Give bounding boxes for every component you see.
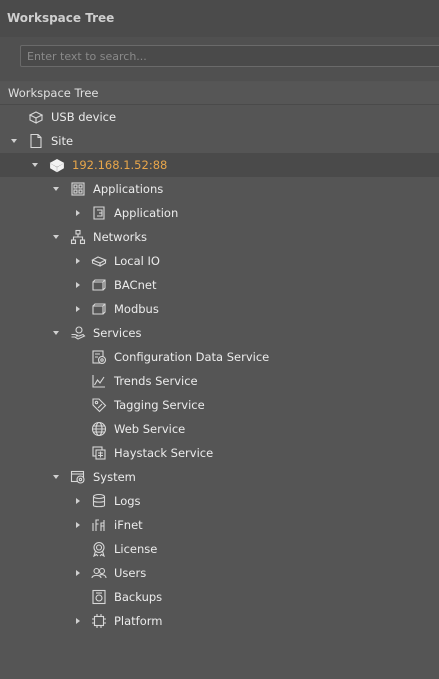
tree-item-usb-device[interactable]: USB device	[0, 105, 439, 129]
ifnet-icon	[91, 517, 107, 533]
tree-item-applications[interactable]: Applications	[0, 177, 439, 201]
tree-item-web-service[interactable]: Web Service	[0, 417, 439, 441]
database-icon	[91, 493, 107, 509]
modbus-icon	[91, 301, 107, 317]
search-input[interactable]	[20, 45, 439, 67]
expand-arrow-icon[interactable]	[53, 331, 59, 335]
tree-item-label: Applications	[93, 182, 164, 196]
controller-device-icon	[49, 157, 65, 173]
tree-item-label: Trends Service	[114, 374, 198, 388]
backup-icon	[91, 589, 107, 605]
tree-item-label: BACnet	[114, 278, 157, 292]
panel-title: Workspace Tree	[7, 11, 115, 25]
web-globe-icon	[91, 421, 107, 437]
expand-arrow-icon[interactable]	[53, 475, 59, 479]
tree-item-label: Web Service	[114, 422, 186, 436]
search-bar	[0, 37, 439, 81]
tree-item-trends-service[interactable]: Trends Service	[0, 369, 439, 393]
tree-item-label: Modbus	[114, 302, 159, 316]
tree-item-label: Services	[93, 326, 142, 340]
tree-item-label: 192.168.1.52:88	[72, 158, 168, 172]
users-icon	[91, 565, 107, 581]
tree-item-services[interactable]: Services	[0, 321, 439, 345]
tree-item-application[interactable]: Application	[0, 201, 439, 225]
tree-item-tagging-service[interactable]: Tagging Service	[0, 393, 439, 417]
tree-item-label: License	[114, 542, 158, 556]
collapse-arrow-icon[interactable]	[76, 498, 80, 504]
tree-item-users[interactable]: Users	[0, 561, 439, 585]
license-badge-icon	[91, 541, 107, 557]
tree-item-label: USB device	[51, 110, 117, 124]
platform-chip-icon	[91, 613, 107, 629]
collapse-arrow-icon[interactable]	[76, 258, 80, 264]
tree-item-local-io[interactable]: Local IO	[0, 249, 439, 273]
tree-item-site[interactable]: Site	[0, 129, 439, 153]
tree-item-label: Application	[114, 206, 179, 220]
tree-item-label: Site	[51, 134, 74, 148]
expand-arrow-icon[interactable]	[32, 163, 38, 167]
network-icon	[70, 229, 86, 245]
applications-grid-icon	[70, 181, 86, 197]
tree-item-label: System	[93, 470, 136, 484]
collapse-arrow-icon[interactable]	[76, 618, 80, 624]
tree-item-platform[interactable]: Platform	[0, 609, 439, 633]
collapse-arrow-icon[interactable]	[76, 570, 80, 576]
trends-chart-icon	[91, 373, 107, 389]
expand-arrow-icon[interactable]	[53, 187, 59, 191]
tree-header-label: Workspace Tree	[8, 86, 99, 100]
tree-item-label: Users	[114, 566, 147, 580]
collapse-arrow-icon[interactable]	[76, 210, 80, 216]
tree-item-configuration-data-service[interactable]: Configuration Data Service	[0, 345, 439, 369]
expand-arrow-icon[interactable]	[53, 235, 59, 239]
haystack-icon	[91, 445, 107, 461]
tree-item-networks[interactable]: Networks	[0, 225, 439, 249]
tree-item-label: iFnet	[114, 518, 143, 532]
tree-item-label: Logs	[114, 494, 141, 508]
tree-item-device[interactable]: 192.168.1.52:88	[0, 153, 439, 177]
tree-item-logs[interactable]: Logs	[0, 489, 439, 513]
tree-item-label: Backups	[114, 590, 163, 604]
system-settings-icon	[70, 469, 86, 485]
panel-header: Workspace Tree	[0, 0, 439, 38]
tree-item-system[interactable]: System	[0, 465, 439, 489]
collapse-arrow-icon[interactable]	[76, 282, 80, 288]
tree-item-backups[interactable]: Backups	[0, 585, 439, 609]
tree-header: Workspace Tree	[0, 82, 439, 105]
tree-item-label: Networks	[93, 230, 148, 244]
bacnet-icon	[91, 277, 107, 293]
tree-item-bacnet[interactable]: BACnet	[0, 273, 439, 297]
site-document-icon	[28, 133, 44, 149]
tree-item-ifnet[interactable]: iFnet	[0, 513, 439, 537]
tag-icon	[91, 397, 107, 413]
application-icon	[91, 205, 107, 221]
tree-item-modbus[interactable]: Modbus	[0, 297, 439, 321]
tree-item-label: Local IO	[114, 254, 160, 268]
tree-item-label: Haystack Service	[114, 446, 214, 460]
tree-item-haystack-service[interactable]: Haystack Service	[0, 441, 439, 465]
configuration-service-icon	[91, 349, 107, 365]
expand-arrow-icon[interactable]	[11, 139, 17, 143]
tree-item-label: Tagging Service	[114, 398, 205, 412]
tree-item-license[interactable]: License	[0, 537, 439, 561]
tree-item-label: Platform	[114, 614, 163, 628]
collapse-arrow-icon[interactable]	[76, 306, 80, 312]
tree-item-label: Configuration Data Service	[114, 350, 270, 364]
services-hand-icon	[70, 325, 86, 341]
collapse-arrow-icon[interactable]	[76, 522, 80, 528]
usb-device-icon	[28, 109, 44, 125]
local-io-icon	[91, 253, 107, 269]
